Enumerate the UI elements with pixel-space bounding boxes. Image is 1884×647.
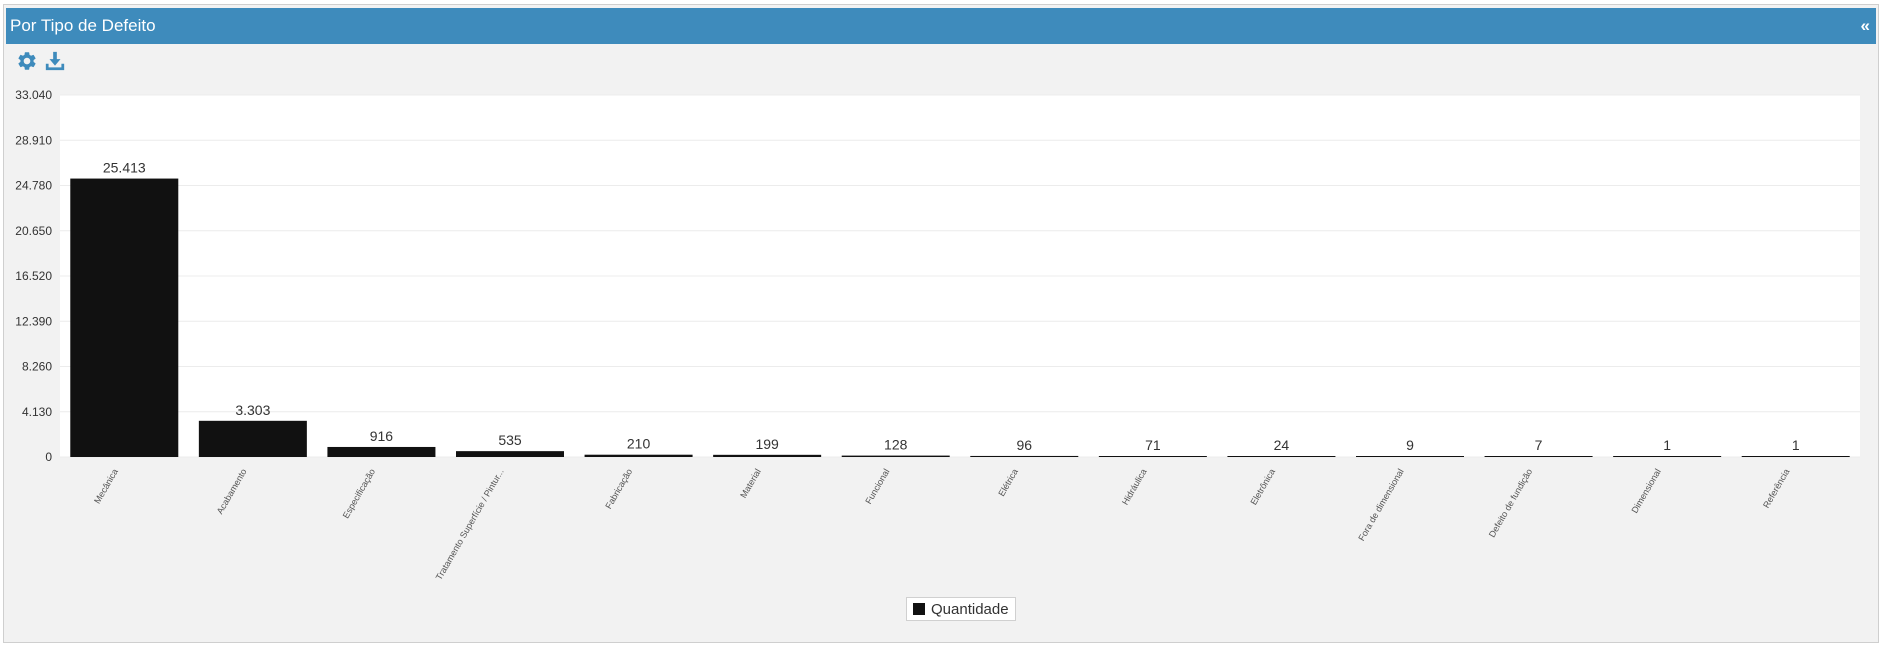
data-label: 916 bbox=[370, 428, 394, 444]
x-tick-label: Mecânica bbox=[92, 467, 120, 505]
legend-item-quantidade[interactable]: Quantidade bbox=[906, 597, 1016, 621]
bar bbox=[1356, 456, 1464, 457]
bar bbox=[456, 451, 564, 457]
data-label: 199 bbox=[755, 436, 779, 452]
bar bbox=[713, 454, 822, 457]
x-tick-label: Material bbox=[738, 467, 763, 500]
x-tick-label: Elétrica bbox=[996, 467, 1020, 498]
data-label: 210 bbox=[627, 436, 651, 452]
bar bbox=[1741, 456, 1850, 457]
x-tick-label: Funcional bbox=[863, 467, 891, 506]
bar bbox=[970, 455, 1079, 457]
bar bbox=[584, 454, 693, 457]
y-tick-label: 4.130 bbox=[22, 405, 52, 419]
x-tick-label: Especificação bbox=[341, 467, 377, 520]
legend-label: Quantidade bbox=[931, 600, 1009, 618]
y-tick-label: 20.650 bbox=[15, 224, 52, 238]
bar-chart: 0 4.130 8.260 12.390 16.520 20.650 24.780 28.91… bbox=[15, 88, 1860, 582]
bar bbox=[327, 446, 436, 457]
y-tick-label: 0 bbox=[45, 450, 52, 464]
bar bbox=[1613, 456, 1722, 457]
x-tick-label: Fora de dimensional bbox=[1356, 467, 1405, 543]
legend-swatch bbox=[913, 603, 925, 615]
x-tick-label: Hidráulica bbox=[1120, 467, 1149, 507]
bar bbox=[1098, 456, 1207, 457]
data-label: 71 bbox=[1145, 437, 1161, 453]
y-tick-label: 16.520 bbox=[15, 269, 52, 283]
data-label: 24 bbox=[1274, 437, 1290, 453]
data-label: 96 bbox=[1016, 437, 1032, 453]
bar bbox=[841, 455, 950, 457]
data-label: 1 bbox=[1792, 437, 1800, 453]
bar bbox=[1484, 456, 1593, 457]
data-label: 3.303 bbox=[235, 402, 270, 418]
data-label: 7 bbox=[1535, 437, 1543, 453]
y-tick-label: 33.040 bbox=[15, 88, 52, 102]
data-label: 535 bbox=[498, 432, 522, 448]
x-tick-label: Eletrônica bbox=[1248, 467, 1277, 507]
y-tick-label: 8.260 bbox=[22, 360, 52, 374]
y-tick-label: 12.390 bbox=[15, 314, 52, 328]
data-label: 25.413 bbox=[103, 160, 146, 176]
bar bbox=[198, 420, 307, 457]
data-label: 1 bbox=[1663, 437, 1671, 453]
x-tick-label: Dimensional bbox=[1629, 467, 1662, 515]
y-tick-label: 24.780 bbox=[15, 179, 52, 193]
data-label: 128 bbox=[884, 437, 908, 453]
x-tick-label: Tratamento Superfície / Pintur... bbox=[434, 467, 506, 582]
bar bbox=[1227, 456, 1336, 457]
x-tick-label: Fabricação bbox=[603, 467, 634, 511]
x-tick-label: Referência bbox=[1761, 467, 1791, 510]
y-tick-label: 28.910 bbox=[15, 133, 52, 147]
bar bbox=[70, 178, 179, 458]
data-label: 9 bbox=[1406, 437, 1414, 453]
x-tick-label: Acabamento bbox=[215, 467, 249, 516]
x-tick-label: Defeito de fundição bbox=[1487, 467, 1534, 539]
